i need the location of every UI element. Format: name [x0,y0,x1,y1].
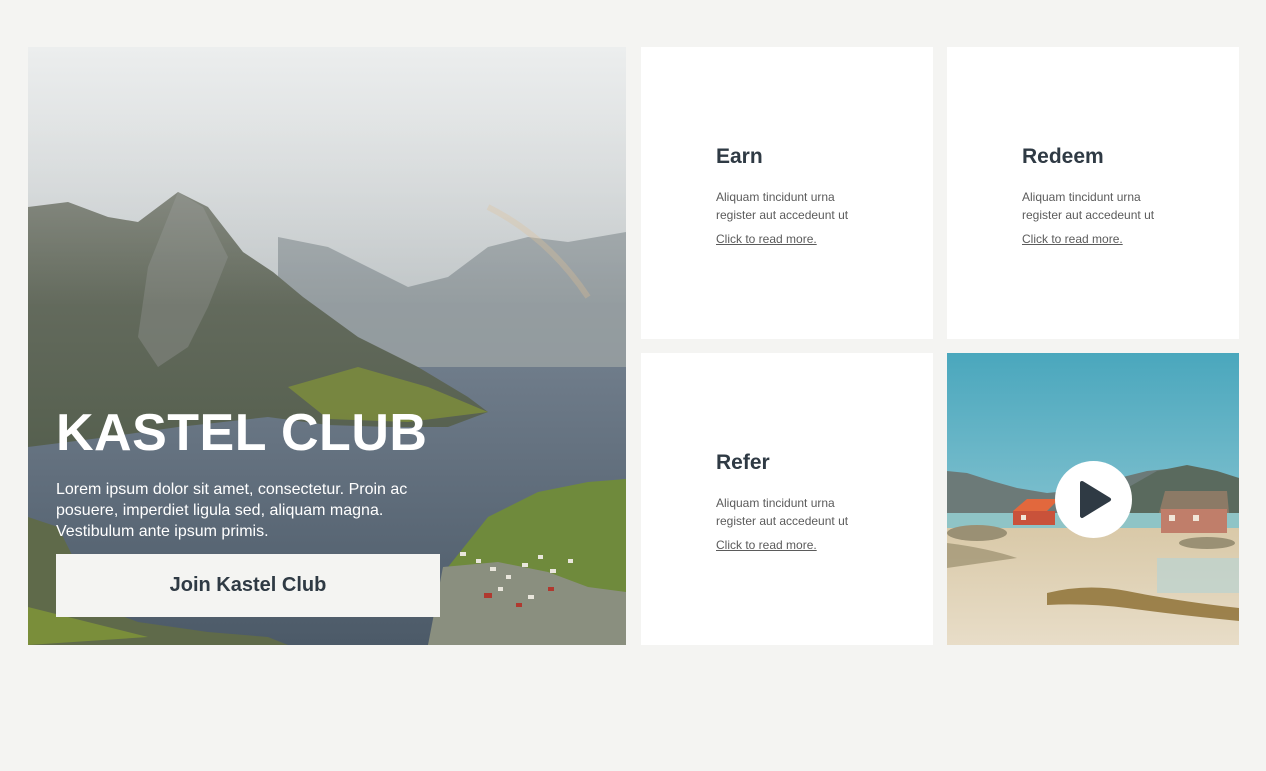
play-icon [1080,481,1111,518]
redeem-card: Redeem Aliquam tincidunt urna register a… [947,47,1239,339]
earn-card: Earn Aliquam tincidunt urna register aut… [641,47,933,339]
card-title: Refer [716,451,770,474]
card-description: Aliquam tincidunt urna register aut acce… [716,496,849,528]
refer-card: Refer Aliquam tincidunt urna register au… [641,353,933,645]
hero-description: Lorem ipsum dolor sit amet, consectetur.… [56,481,408,540]
read-more-link[interactable]: Click to read more. [1022,232,1123,246]
play-button[interactable] [1055,461,1132,538]
hero-banner: KASTEL CLUB Lorem ipsum dolor sit amet, … [28,47,626,645]
card-description: Aliquam tincidunt urna register aut acce… [1022,190,1155,222]
read-more-link[interactable]: Click to read more. [716,232,817,246]
card-description: Aliquam tincidunt urna register aut acce… [716,190,849,222]
read-more-link[interactable]: Click to read more. [716,538,817,552]
video-thumbnail[interactable] [947,353,1239,645]
hero-title: KASTEL CLUB [56,404,428,462]
join-club-button[interactable]: Join Kastel Club [56,554,440,617]
card-title: Redeem [1022,145,1104,168]
card-title: Earn [716,145,763,168]
